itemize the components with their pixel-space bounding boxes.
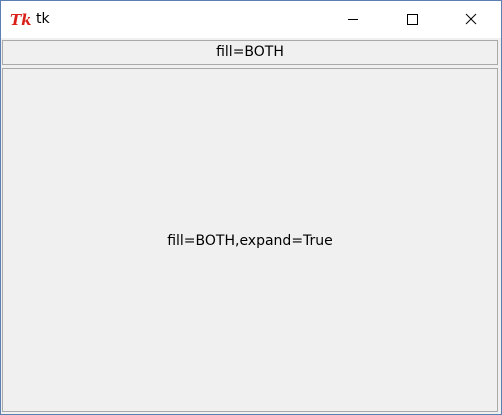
fill-both-label: fill=BOTH (2, 40, 498, 65)
close-icon (465, 13, 477, 25)
fill-both-expand-label: fill=BOTH,expand=True (2, 68, 498, 412)
close-button[interactable] (447, 1, 493, 38)
maximize-icon (407, 14, 418, 25)
fill-both-expand-text: fill=BOTH,expand=True (167, 233, 333, 249)
tk-feather-icon: Tk (10, 10, 32, 29)
minimize-icon (348, 19, 358, 20)
tk-window: Tk tk fill=BOTH fill=BOTH,expand=True (0, 0, 502, 415)
svg-text:Tk: Tk (10, 11, 32, 28)
maximize-button[interactable] (388, 1, 434, 38)
title-bar[interactable]: Tk tk (1, 1, 501, 38)
window-title: tk (36, 11, 50, 27)
minimize-button[interactable] (330, 1, 376, 38)
